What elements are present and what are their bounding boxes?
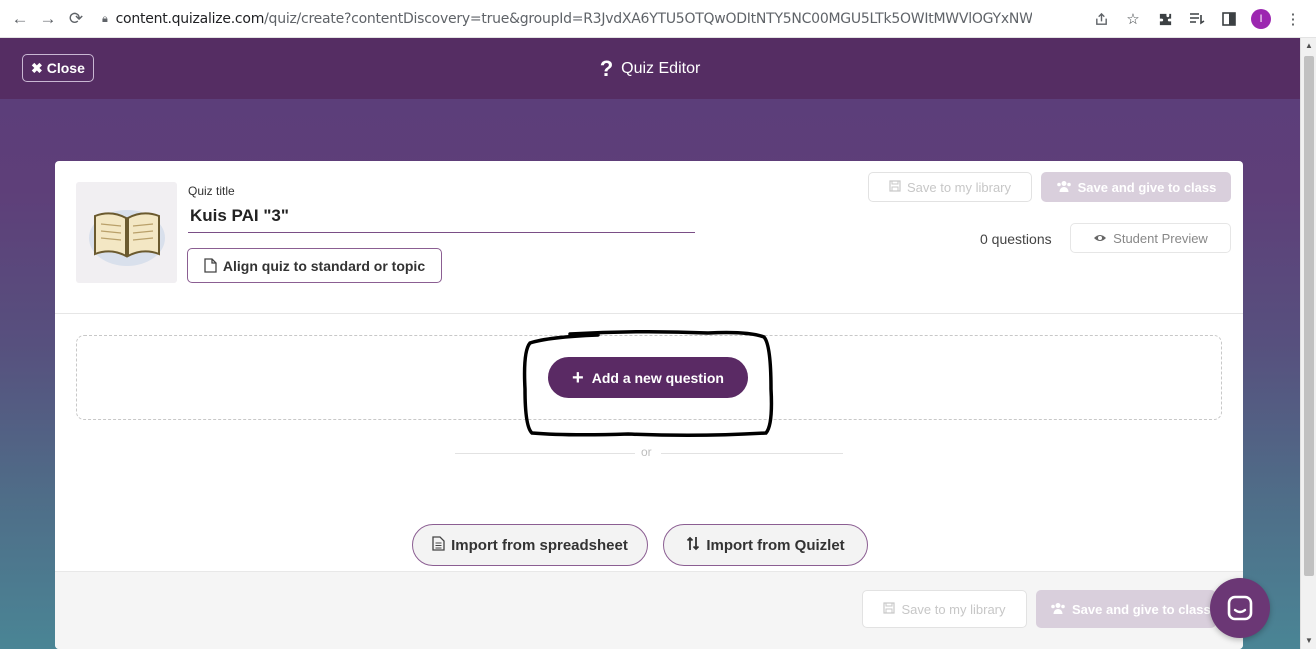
scroll-down-arrow-icon[interactable]: ▼ [1304, 636, 1314, 646]
open-book-icon [88, 209, 165, 266]
save-to-library-label: Save to my library [906, 179, 1012, 195]
browser-toolbar: ← → ⟳ 🔒︎ content.quizalize.com/quiz/crea… [0, 0, 1316, 38]
save-and-give-button[interactable]: Save and give to class [1041, 172, 1231, 202]
document-icon [204, 258, 217, 273]
floppy-disk-icon [889, 179, 901, 195]
close-button[interactable]: ✖ Close [22, 54, 94, 82]
quiz-title-input[interactable]: Kuis PAI "3" [188, 206, 695, 233]
chat-bubble-icon [1227, 595, 1253, 621]
eye-icon [1093, 231, 1107, 246]
users-group-icon [1056, 180, 1072, 195]
close-label: Close [46, 60, 85, 76]
profile-avatar[interactable]: I [1248, 6, 1274, 32]
forward-arrow-icon[interactable]: → [34, 5, 62, 33]
student-preview-button[interactable]: Student Preview [1070, 223, 1231, 253]
quiz-title-label: Quiz title [188, 184, 235, 198]
import-spreadsheet-label: Import from spreadsheet [451, 536, 628, 554]
reading-list-icon[interactable] [1184, 6, 1210, 32]
browser-actions: ☆ I ⋮ [1088, 0, 1306, 38]
floppy-disk-icon [883, 601, 896, 617]
quiz-card: Quiz title Kuis PAI "3" Align quiz to st… [55, 161, 1243, 649]
spreadsheet-icon [432, 535, 445, 555]
add-question-label: Add a new question [591, 369, 724, 386]
align-quiz-label: Align quiz to standard or topic [222, 257, 426, 274]
side-panel-icon[interactable] [1216, 6, 1242, 32]
editor-title-text: Quiz Editor [621, 59, 701, 77]
add-question-button[interactable]: + Add a new question [548, 357, 748, 398]
question-count: 0 questions [980, 231, 1052, 247]
url-host: content.quizalize.com [115, 10, 265, 27]
page-scrollbar[interactable]: ▲ ▼ [1300, 38, 1316, 649]
import-quizlet-label: Import from Quizlet [706, 536, 845, 554]
editor-title: ? Quiz Editor [599, 55, 701, 81]
save-to-library-button[interactable]: Save to my library [868, 172, 1032, 202]
or-divider-left [455, 453, 635, 454]
reload-icon[interactable]: ⟳ [62, 5, 90, 33]
question-mark-icon: ? [599, 55, 614, 81]
quiz-editor-app: ✖ Close ? Quiz Editor Quiz title Kuis PA… [0, 38, 1300, 649]
scroll-thumb[interactable] [1304, 56, 1314, 576]
align-quiz-button[interactable]: Align quiz to standard or topic [187, 248, 442, 283]
import-spreadsheet-button[interactable]: Import from spreadsheet [412, 524, 648, 566]
student-preview-label: Student Preview [1113, 230, 1208, 246]
plus-icon: + [572, 366, 584, 389]
footer-save-and-give-button[interactable]: Save and give to class [1036, 590, 1216, 628]
kebab-menu-icon[interactable]: ⋮ [1280, 6, 1306, 32]
share-icon[interactable] [1088, 6, 1114, 32]
or-divider-right [661, 453, 843, 454]
back-arrow-icon[interactable]: ← [6, 5, 34, 33]
bookmark-star-icon[interactable]: ☆ [1120, 6, 1146, 32]
editor-topbar: ✖ Close ? Quiz Editor [0, 38, 1300, 99]
lock-icon: 🔒︎ [102, 11, 108, 25]
quiz-header: Quiz title Kuis PAI "3" Align quiz to st… [55, 161, 1243, 314]
import-quizlet-button[interactable]: Import from Quizlet [663, 524, 868, 566]
footer-save-to-library-button[interactable]: Save to my library [862, 590, 1027, 628]
footer-save-to-library-label: Save to my library [901, 601, 1006, 617]
card-footer: Save to my library Save and give to clas… [55, 571, 1243, 649]
chat-launcher-button[interactable] [1210, 578, 1270, 638]
close-icon: ✖ [31, 59, 43, 76]
quiz-thumbnail[interactable] [76, 182, 177, 283]
users-group-icon [1050, 602, 1066, 617]
or-divider-text: or [641, 445, 652, 459]
profile-initial: I [1251, 9, 1271, 29]
url-path: /quiz/create?contentDiscovery=true&group… [264, 10, 1032, 27]
scroll-up-arrow-icon[interactable]: ▲ [1304, 41, 1314, 51]
save-and-give-label: Save and give to class [1077, 179, 1217, 195]
address-bar[interactable]: 🔒︎ content.quizalize.com/quiz/create?con… [102, 11, 1032, 27]
footer-save-and-give-label: Save and give to class [1072, 601, 1211, 617]
extensions-puzzle-icon[interactable] [1152, 6, 1178, 32]
sort-arrows-icon [686, 536, 700, 555]
